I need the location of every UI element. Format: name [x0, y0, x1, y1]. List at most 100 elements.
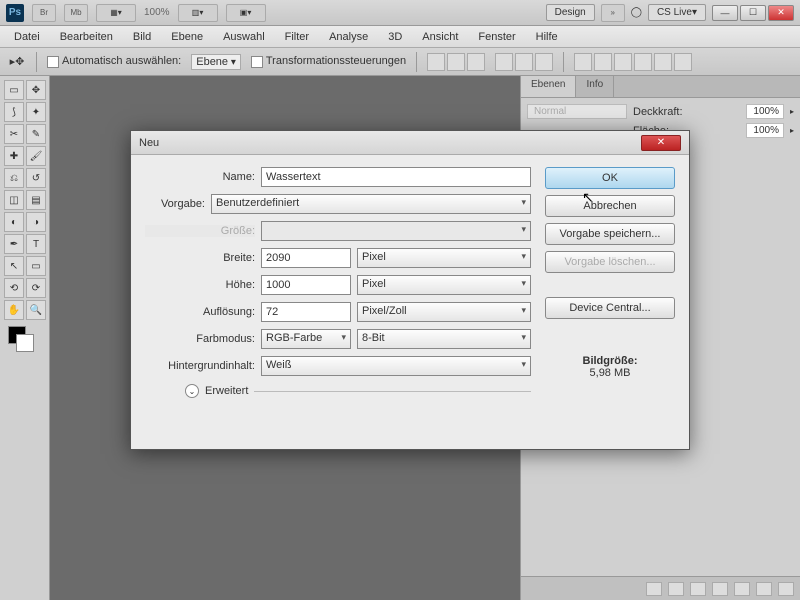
fill-value[interactable]: 100%: [746, 123, 784, 138]
close-button[interactable]: ✕: [768, 5, 794, 21]
heal-tool[interactable]: ✚: [4, 146, 24, 166]
move-tool[interactable]: ✥: [26, 80, 46, 100]
zoom-tool[interactable]: 🔍: [26, 300, 46, 320]
bridge-icon[interactable]: Br: [32, 4, 56, 22]
align-bottom-icon[interactable]: [467, 53, 485, 71]
menu-3d[interactable]: 3D: [380, 29, 410, 45]
blur-tool[interactable]: ◐: [4, 212, 24, 232]
opacity-value[interactable]: 100%: [746, 104, 784, 119]
minimize-button[interactable]: —: [712, 5, 738, 21]
lasso-tool[interactable]: ⟆: [4, 102, 24, 122]
trash-icon[interactable]: [778, 582, 794, 596]
align-h-buttons: [495, 53, 553, 71]
resolution-input[interactable]: [261, 302, 351, 322]
hand-tool[interactable]: ✋: [4, 300, 24, 320]
blend-mode-select[interactable]: Normal: [527, 104, 627, 119]
resolution-unit-select[interactable]: Pixel/Zoll: [357, 302, 531, 322]
dialog-close-button[interactable]: ✕: [641, 135, 681, 151]
menu-fenster[interactable]: Fenster: [470, 29, 523, 45]
colormode-label: Farbmodus:: [145, 333, 255, 345]
save-preset-button[interactable]: Vorgabe speichern...: [545, 223, 675, 245]
link-icon[interactable]: [646, 582, 662, 596]
menu-auswahl[interactable]: Auswahl: [215, 29, 273, 45]
height-unit-select[interactable]: Pixel: [357, 275, 531, 295]
width-input[interactable]: [261, 248, 351, 268]
workspace-more-icon[interactable]: »: [601, 4, 625, 22]
colormode-select[interactable]: RGB-Farbe: [261, 329, 351, 349]
dist-6-icon[interactable]: [674, 53, 692, 71]
new-layer-icon[interactable]: [756, 582, 772, 596]
eraser-tool[interactable]: ◫: [4, 190, 24, 210]
marquee-tool[interactable]: ▭: [4, 80, 24, 100]
3d-tool[interactable]: ⟲: [4, 278, 24, 298]
ok-button[interactable]: OK: [545, 167, 675, 189]
view-extras-dropdown[interactable]: ▦▾: [96, 4, 136, 22]
panel-tabs: Ebenen Info: [521, 76, 800, 98]
dist-1-icon[interactable]: [574, 53, 592, 71]
size-select: [261, 221, 531, 241]
advanced-toggle[interactable]: ⌄Erweitert: [185, 384, 531, 398]
screenmode-dropdown[interactable]: ▣▾: [226, 4, 266, 22]
fx-icon[interactable]: [668, 582, 684, 596]
separator: [36, 52, 37, 72]
mask-icon[interactable]: [690, 582, 706, 596]
app-titlebar: Ps Br Mb ▦▾ 100% ▥▾ ▣▾ Design » ◯ CS Liv…: [0, 0, 800, 26]
height-input[interactable]: [261, 275, 351, 295]
menu-ebene[interactable]: Ebene: [163, 29, 211, 45]
bitdepth-select[interactable]: 8-Bit: [357, 329, 531, 349]
align-right-icon[interactable]: [535, 53, 553, 71]
tab-info[interactable]: Info: [576, 76, 614, 97]
preset-select[interactable]: Benutzerdefiniert: [211, 194, 531, 214]
name-input[interactable]: [261, 167, 531, 187]
menu-datei[interactable]: Datei: [6, 29, 48, 45]
cslive-dropdown[interactable]: CS Live▾: [648, 4, 706, 21]
device-central-button[interactable]: Device Central...: [545, 297, 675, 319]
maximize-button[interactable]: ☐: [740, 5, 766, 21]
history-brush-tool[interactable]: ↺: [26, 168, 46, 188]
transform-controls-checkbox[interactable]: Transformationssteuerungen: [251, 55, 406, 67]
shape-tool[interactable]: ▭: [26, 256, 46, 276]
zoom-level[interactable]: 100%: [144, 7, 170, 18]
background-select[interactable]: Weiß: [261, 356, 531, 376]
dialog-form: Name: Vorgabe:Benutzerdefiniert Größe: B…: [145, 167, 531, 398]
menu-ansicht[interactable]: Ansicht: [414, 29, 466, 45]
menu-hilfe[interactable]: Hilfe: [528, 29, 566, 45]
menu-analyse[interactable]: Analyse: [321, 29, 376, 45]
menu-filter[interactable]: Filter: [277, 29, 317, 45]
align-left-icon[interactable]: [495, 53, 513, 71]
stamp-tool[interactable]: ⎌: [4, 168, 24, 188]
wand-tool[interactable]: ✦: [26, 102, 46, 122]
group-icon[interactable]: [734, 582, 750, 596]
width-label: Breite:: [145, 252, 255, 264]
menu-bearbeiten[interactable]: Bearbeiten: [52, 29, 121, 45]
move-tool-preset-icon[interactable]: ▸✥: [8, 53, 26, 71]
type-tool[interactable]: T: [26, 234, 46, 254]
auto-select-dropdown[interactable]: Ebene ▾: [191, 54, 241, 70]
dist-4-icon[interactable]: [634, 53, 652, 71]
eyedropper-tool[interactable]: ✎: [26, 124, 46, 144]
dist-2-icon[interactable]: [594, 53, 612, 71]
align-vcenter-icon[interactable]: [447, 53, 465, 71]
adjust-icon[interactable]: [712, 582, 728, 596]
dialog-titlebar[interactable]: Neu ✕: [131, 131, 689, 155]
pen-tool[interactable]: ✒: [4, 234, 24, 254]
dodge-tool[interactable]: ◑: [26, 212, 46, 232]
tab-ebenen[interactable]: Ebenen: [521, 76, 576, 97]
dist-5-icon[interactable]: [654, 53, 672, 71]
workspace-design[interactable]: Design: [546, 4, 595, 21]
path-tool[interactable]: ↖: [4, 256, 24, 276]
brush-tool[interactable]: 🖌: [26, 146, 46, 166]
camera-tool[interactable]: ⟳: [26, 278, 46, 298]
gradient-tool[interactable]: ▤: [26, 190, 46, 210]
width-unit-select[interactable]: Pixel: [357, 248, 531, 268]
minibridge-icon[interactable]: Mb: [64, 4, 88, 22]
align-hcenter-icon[interactable]: [515, 53, 533, 71]
color-swatches[interactable]: [4, 326, 46, 356]
auto-select-checkbox[interactable]: Automatisch auswählen:: [47, 55, 181, 67]
menu-bild[interactable]: Bild: [125, 29, 159, 45]
dist-3-icon[interactable]: [614, 53, 632, 71]
align-top-icon[interactable]: [427, 53, 445, 71]
crop-tool[interactable]: ✂: [4, 124, 24, 144]
arrange-dropdown[interactable]: ▥▾: [178, 4, 218, 22]
cancel-button[interactable]: Abbrechen: [545, 195, 675, 217]
